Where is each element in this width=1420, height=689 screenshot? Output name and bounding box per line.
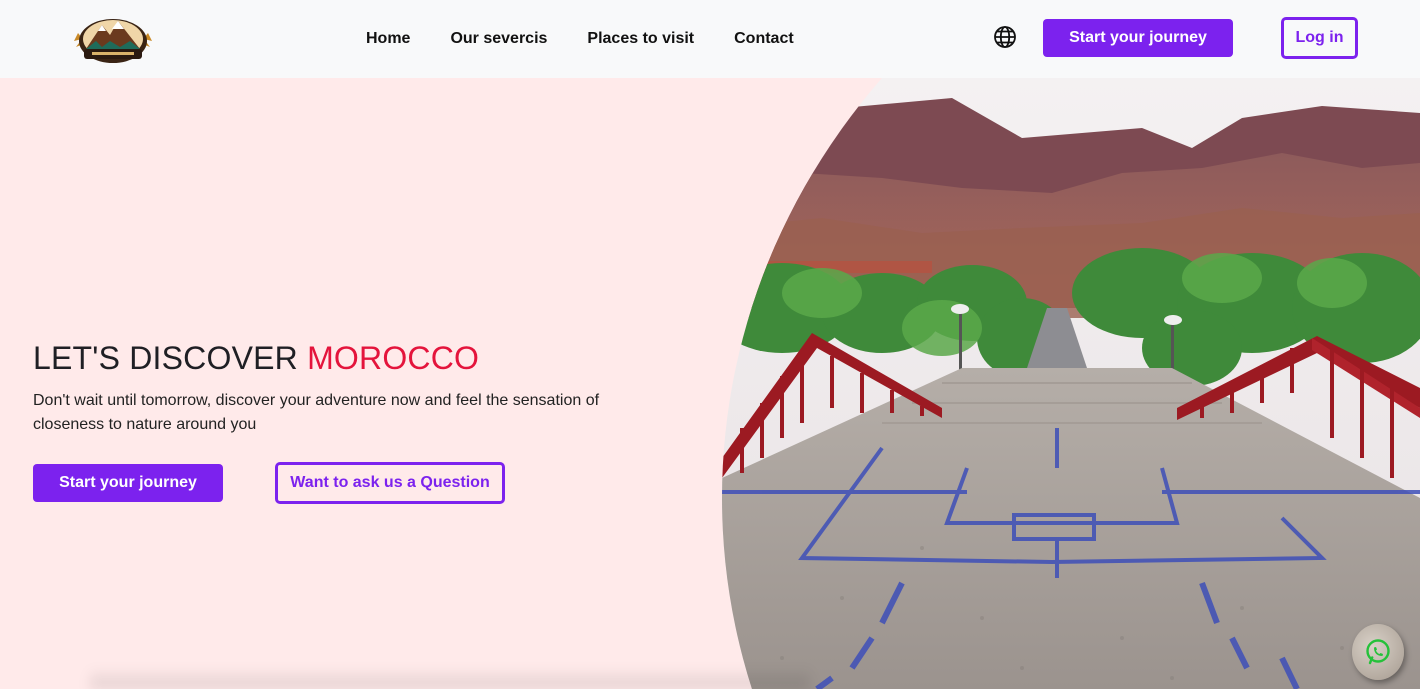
hero-description: Don't wait until tomorrow, discover your… [33, 392, 600, 433]
hero-title-prefix: LET'S DISCOVER [33, 340, 298, 376]
globe-icon[interactable] [993, 25, 1017, 49]
login-button[interactable]: Log in [1281, 17, 1358, 59]
nav-links: Home Our severcis Places to visit Contac… [366, 0, 834, 78]
hero-title: LET'S DISCOVER MOROCCO [33, 340, 653, 377]
start-journey-button[interactable]: Start your journey [1043, 19, 1233, 57]
nav-services[interactable]: Our severcis [450, 30, 547, 48]
mountain-logo-icon[interactable] [72, 11, 154, 65]
bottom-shadow [90, 668, 810, 689]
hero-title-accent: MOROCCO [307, 340, 480, 376]
hero-text: LET'S DISCOVER MOROCCO Don't wait until … [33, 340, 653, 437]
hero-start-journey-button[interactable]: Start your journey [33, 464, 223, 502]
nav-contact[interactable]: Contact [734, 30, 794, 48]
nav-places[interactable]: Places to visit [587, 30, 694, 48]
hero-image [722, 78, 1420, 689]
whatsapp-icon[interactable] [1352, 624, 1404, 680]
ask-question-button[interactable]: Want to ask us a Question [275, 462, 505, 504]
nav-home[interactable]: Home [366, 30, 410, 48]
navbar: Home Our severcis Places to visit Contac… [0, 0, 1420, 78]
